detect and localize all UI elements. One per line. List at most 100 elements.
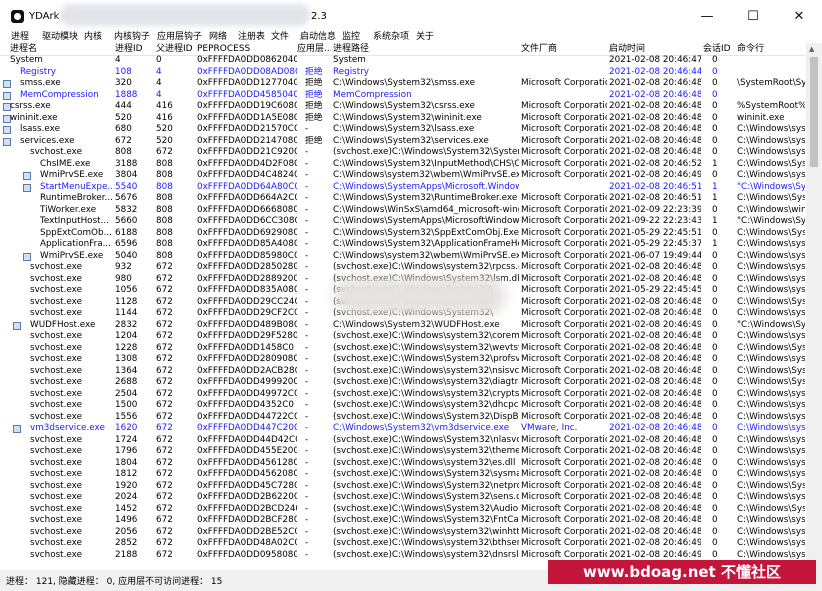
cell-cmdline: C:\Windows\syste — [737, 492, 805, 502]
cell-ppid: 672 — [156, 377, 173, 387]
tab-monitor[interactable]: 监控 — [342, 32, 360, 43]
table-row[interactable]: svchost.exe 1796 672 0xFFFFDA0DD455E200- (sv… — [0, 446, 805, 458]
table-row[interactable]: svchost.exe 932 672 0xFFFFDA0DD2850280- (svc… — [0, 262, 805, 274]
table-row[interactable]: smss.exe 320 4 0xFFFFDA0DD1277040 拒绝 C:\Windo… — [0, 78, 805, 90]
table-row[interactable]: lsass.exe 680 520 0xFFFFDA0DD21570C0- C:\Win… — [0, 124, 805, 136]
cell-eprocess: 0xFFFFDA0DD4562080 — [197, 469, 297, 479]
table-row[interactable]: RuntimeBroker... 5676 808 0xFFFFDA0DD664A2C… — [0, 193, 805, 205]
cell-vendor: Microsoft Corporation — [521, 538, 607, 548]
maximize-button[interactable]: ☐ — [730, 0, 776, 32]
column-header-cmdline[interactable]: 命令行 — [737, 43, 805, 55]
cell-vendor: Microsoft Corporation — [521, 216, 607, 226]
tab-process[interactable]: 进程 — [11, 32, 29, 43]
column-header-access[interactable]: 应用层... — [297, 43, 331, 55]
column-header-eprocess[interactable]: PEPROCESS — [197, 43, 297, 55]
tab-about[interactable]: 关于 — [416, 32, 434, 43]
cell-path: C:\Windows\system32\wbem\WmiPrvSE.exe — [333, 250, 519, 261]
scroll-up-arrow-icon[interactable]: ▲ — [809, 45, 814, 53]
watermark-banner: www.bdoag.net 不懂社区 — [548, 560, 816, 584]
cell-cmdline: C:\Windows\syste — [737, 331, 805, 341]
column-header-path[interactable]: 进程路径 — [333, 43, 519, 55]
table-row[interactable]: svchost.exe 1496 672 0xFFFFDA0DD2BCF280- (sv… — [0, 515, 805, 527]
table-row[interactable]: StartMenuExpe... 5540 808 0xFFFFDA0DD64A80C… — [0, 182, 805, 194]
tab-user-hooks[interactable]: 应用层钩子 — [157, 32, 202, 43]
cell-cmdline: %SystemRoot%\s — [737, 101, 805, 111]
table-row[interactable]: svchost.exe 1228 672 0xFFFFDA0DD1458C0- (svc… — [0, 343, 805, 355]
table-row[interactable]: svchost.exe 1452 672 0xFFFFDA0DD2BCD240- (sv… — [0, 504, 805, 516]
tab-driver-modules[interactable]: 驱动模块 — [42, 32, 78, 43]
cell-process-name: svchost.exe — [30, 503, 83, 514]
table-row[interactable]: svchost.exe 1812 672 0xFFFFDA0DD4562080- (sv… — [0, 469, 805, 481]
cell-cmdline: C:\Windows\syste — [737, 170, 805, 180]
table-row[interactable]: WmiPrvSE.exe 3804 808 0xFFFFDA0DD4C48240- C:… — [0, 170, 805, 182]
table-row[interactable]: System 4 0 0xFFFFDA0DD0862040 System 2021-02-… — [0, 55, 805, 67]
table-row[interactable]: svchost.exe 2024 672 0xFFFFDA0DD2B62200- (sv… — [0, 492, 805, 504]
table-row[interactable]: svchost.exe 1556 672 0xFFFFDA0DD44722C0- (sv… — [0, 412, 805, 424]
cell-access: - — [305, 296, 309, 307]
table-row[interactable]: services.exe 672 520 0xFFFFDA0DD2147080 拒绝 C:… — [0, 136, 805, 148]
tab-system-misc[interactable]: 系统杂项 — [373, 32, 409, 43]
table-row[interactable]: svchost.exe 1364 672 0xFFFFDA0DD2ACB280- (sv… — [0, 366, 805, 378]
tab-kernel[interactable]: 内核 — [84, 32, 102, 43]
cell-cmdline: C:\Windows\syste — [737, 515, 805, 525]
table-row[interactable]: WmiPrvSE.exe 5040 808 0xFFFFDA0DD85980C0- C:… — [0, 251, 805, 263]
table-row[interactable]: Registry 108 4 0xFFFFDA0DD08AD080 拒绝 Registry… — [0, 67, 805, 79]
cell-session: 0 — [712, 457, 718, 468]
table-row[interactable]: ApplicationFra... 6596 808 0xFFFFDA0DD85A40… — [0, 239, 805, 251]
table-row[interactable]: svchost.exe 1500 672 0xFFFFDA0DD4352C0 - (svc… — [0, 400, 805, 412]
cell-pid: 320 — [115, 78, 132, 88]
cell-start-time: 2021-02-08 20:46:48 — [609, 400, 701, 410]
cell-cmdline: C:\Windows\winsx — [737, 204, 805, 215]
table-row[interactable]: MemCompression 1888 4 0xFFFFDA0DD4585040 拒绝 M… — [0, 90, 805, 102]
table-row[interactable]: csrss.exe 444 416 0xFFFFDA0DD19C6080 拒绝 C:\Wi… — [0, 101, 805, 113]
table-row[interactable]: svchost.exe 2688 672 0xFFFFDA0DD4999200- (sv… — [0, 377, 805, 389]
cell-process-name: svchost.exe — [30, 469, 83, 479]
column-header-name[interactable]: 进程名 — [10, 43, 110, 55]
close-button[interactable]: ✕ — [776, 0, 822, 32]
table-row[interactable]: TiWorker.exe 5832 808 0xFFFFDA0DD6668080- C:… — [0, 205, 805, 217]
table-row[interactable]: WUDFHost.exe 2832 672 0xFFFFDA0DD489B080- C:… — [0, 320, 805, 332]
cell-start-time: 2021-02-08 20:46:52 — [609, 158, 701, 169]
table-row[interactable]: svchost.exe 808 672 0xFFFFDA0DD21C9200- (svc… — [0, 147, 805, 159]
table-row[interactable]: SppExtComOb... 6188 808 0xFFFFDA0DD6929080-… — [0, 228, 805, 240]
tab-kernel-hooks[interactable]: 内核钩子 — [114, 32, 150, 43]
cell-ppid: 672 — [156, 515, 173, 525]
cell-cmdline: wininit.exe — [737, 112, 785, 123]
cell-start-time: 2021-05-29 22:45:51 — [609, 227, 701, 238]
table-row[interactable]: svchost.exe 1804 672 0xFFFFDA0DD4561280- (sv… — [0, 458, 805, 470]
minimize-button[interactable]: — — [684, 0, 730, 32]
cell-session: 0 — [712, 55, 718, 65]
table-row[interactable]: ChsIME.exe 3188 808 0xFFFFDA0DD4D2F080- C:\W… — [0, 159, 805, 171]
table-row[interactable]: svchost.exe 2504 672 0xFFFFDA0DD49972C0- (sv… — [0, 389, 805, 401]
cell-access: - — [305, 538, 309, 548]
cell-ppid: 672 — [156, 469, 173, 479]
table-row[interactable]: svchost.exe 1724 672 0xFFFFDA0DD44D42C0- (sv… — [0, 435, 805, 447]
table-row[interactable]: svchost.exe 2056 672 0xFFFFDA0DD2BE52C0- (sv… — [0, 527, 805, 539]
table-row[interactable]: svchost.exe 2852 672 0xFFFFDA0DD48A02C0- (sv… — [0, 538, 805, 550]
scrollbar-thumb[interactable] — [810, 57, 818, 167]
tab-registry[interactable]: 注册表 — [238, 32, 265, 43]
column-header-start-time[interactable]: 启动时间 — [609, 43, 701, 55]
column-header-vendor[interactable]: 文件厂商 — [521, 43, 607, 55]
table-row[interactable]: vm3dservice.exe 1620 672 0xFFFFDA0DD447C200… — [0, 423, 805, 435]
table-row[interactable]: TextInputHost... 5660 808 0xFFFFDA0DD6CC308… — [0, 216, 805, 228]
cell-cmdline: C:\Windows\Syste — [737, 503, 805, 514]
tab-network[interactable]: 网络 — [209, 32, 227, 43]
tab-files[interactable]: 文件 — [271, 32, 289, 43]
column-header-session[interactable]: 会话ID — [703, 43, 735, 55]
cell-path: (svchost.exe)C:\Windows\system32\dhcpcor… — [333, 400, 519, 410]
table-row[interactable]: svchost.exe 1920 672 0xFFFFDA0DD45C7280- (sv… — [0, 481, 805, 493]
table-row[interactable]: svchost.exe 1204 672 0xFFFFDA0DD29F5280- (sv… — [0, 331, 805, 343]
cell-path: (svchost.exe)C:\Windows\System32\FntCach… — [333, 515, 519, 525]
table-row[interactable]: svchost.exe 1308 672 0xFFFFDA0DD2809080- (sv… — [0, 354, 805, 366]
cell-path: (svchost.exe)C:\Windows\system32\bthserv… — [333, 538, 519, 548]
vertical-scrollbar[interactable]: ▲ ▼ — [806, 43, 822, 570]
cell-eprocess: 0xFFFFDA0DD4585040 — [197, 89, 297, 100]
tab-startup-info[interactable]: 启动信息 — [300, 32, 336, 43]
cell-process-name: svchost.exe — [30, 411, 83, 422]
column-header-ppid[interactable]: 父进程ID — [156, 43, 196, 55]
cell-vendor: Microsoft Corporation — [521, 285, 607, 295]
table-row[interactable]: wininit.exe 520 416 0xFFFFDA0DD1A5E080 拒绝 C:\… — [0, 113, 805, 125]
column-header-pid[interactable]: 进程ID — [115, 43, 153, 55]
cell-cmdline: C:\Windows\syste — [737, 469, 805, 479]
